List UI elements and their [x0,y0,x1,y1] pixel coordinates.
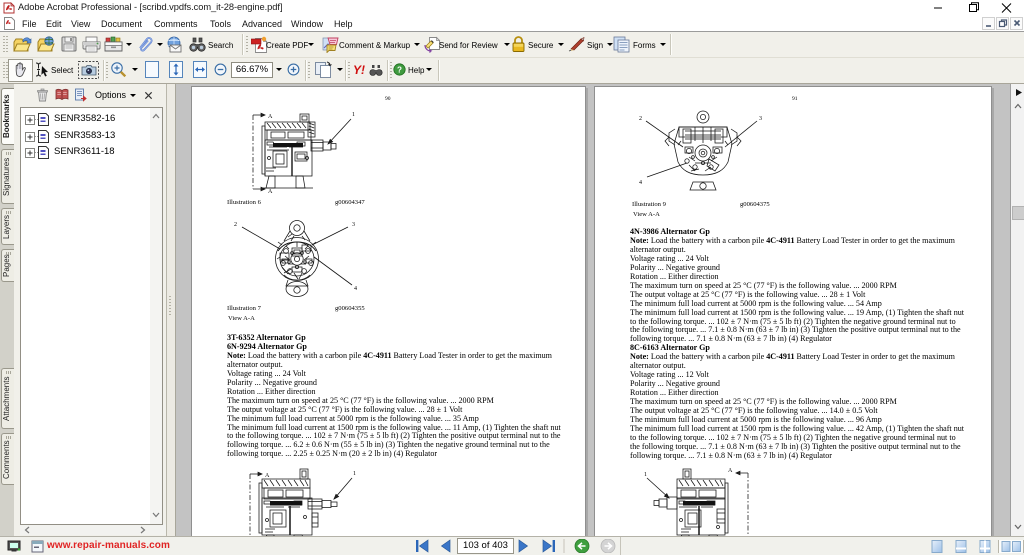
svg-text:1: 1 [353,471,356,477]
svg-text:A: A [268,189,273,195]
svg-text:1: 1 [352,112,355,118]
svg-text:2: 2 [639,116,642,122]
svg-text:4: 4 [639,180,642,186]
svg-text:A: A [728,468,733,474]
svg-text:A: A [265,473,270,479]
svg-text:3: 3 [759,116,762,122]
svg-text:A: A [268,114,273,120]
svg-text:3: 3 [352,222,355,228]
svg-text:1: 1 [644,472,647,478]
svg-text:?: ? [397,65,402,74]
svg-text:4: 4 [354,286,357,292]
svg-text:2: 2 [234,222,237,228]
